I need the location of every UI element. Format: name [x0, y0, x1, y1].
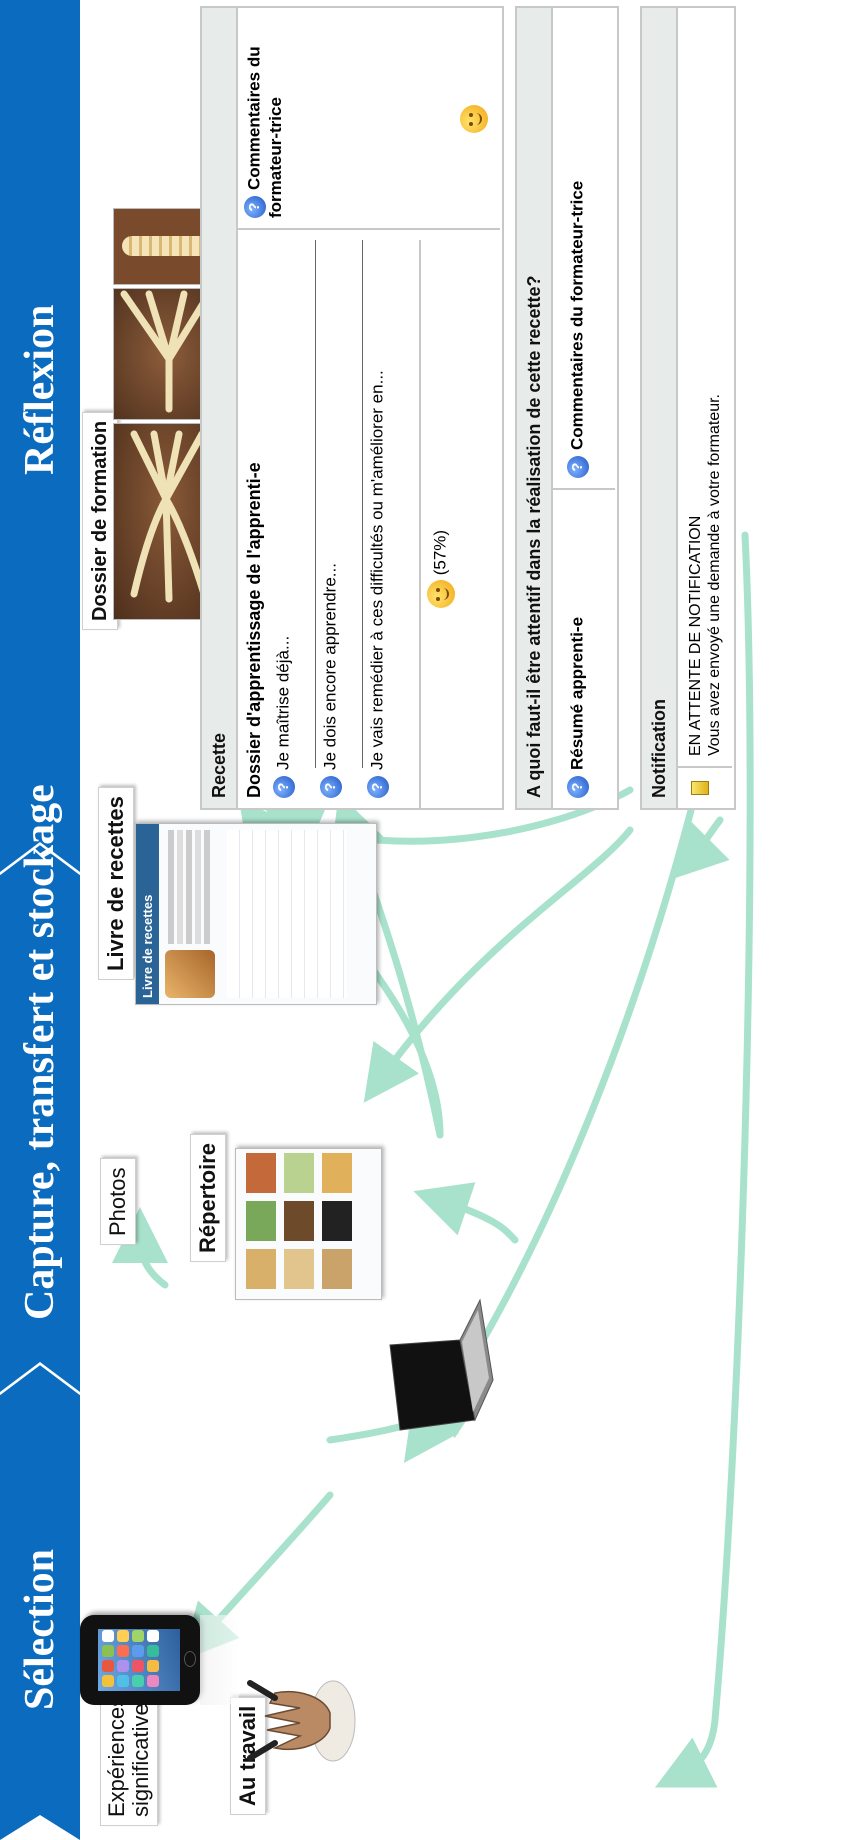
trainer-comments-column: ?Commentaires du formateur-trice	[238, 8, 500, 228]
arrow-note-to-attention	[670, 816, 730, 880]
hourglass-icon	[691, 781, 709, 795]
smiley-icon	[427, 580, 455, 608]
cookbook-title: Livre de recettes	[136, 824, 159, 1004]
arrow-phone-to-photos	[112, 1207, 169, 1289]
smartphone-icon	[80, 1615, 200, 1705]
help-icon[interactable]: ?	[320, 776, 342, 798]
attention-panel: A quoi faut-il être attentif dans la réa…	[515, 6, 619, 810]
experiences-label: Expériences significatives	[100, 1692, 158, 1826]
help-icon[interactable]: ?	[273, 776, 295, 798]
score-text: (57%)	[430, 529, 450, 576]
help-icon[interactable]: ?	[567, 776, 589, 798]
repertoire-label: Répertoire	[190, 1133, 226, 1262]
trainer-smiley-icon	[460, 105, 488, 133]
bread-thumbnail	[165, 950, 215, 998]
cookbook-label: Livre de recettes	[98, 787, 134, 980]
trainer-comments-title: Commentaires du formateur-trice	[244, 46, 285, 218]
recipe-panel-header: Recette	[202, 8, 238, 808]
notification-message: Vous avez envoyé une demande à votre for…	[706, 393, 723, 756]
photos-label: Photos	[100, 1158, 136, 1245]
still-learn-text: Je dois encore apprendre...	[320, 563, 340, 770]
attention-trainer-title: Commentaires du formateur-trice	[567, 180, 587, 450]
diagram-canvas: Sélection Capture, transfert et stockage…	[0, 0, 842, 1840]
learner-file-title: Dossier d'apprentissage de l'apprenti-e	[244, 462, 264, 798]
smartphone-reflection	[200, 1615, 240, 1705]
help-icon[interactable]: ?	[367, 776, 389, 798]
attention-panel-header: A quoi faut-il être attentif dans la réa…	[517, 8, 553, 808]
repertoire-screenshot	[235, 1148, 382, 1300]
cookbook-screenshot: Livre de recettes	[135, 823, 377, 1005]
learner-summary-title: Résumé apprenti-e	[567, 616, 587, 770]
improve-text: Je vais remédier à ces difficultés ou m'…	[367, 370, 387, 770]
notification-panel-header: Notification	[642, 8, 678, 808]
already-master-text: Je maîtrise déjà...	[273, 635, 293, 770]
help-icon[interactable]: ?	[244, 196, 266, 218]
notification-status: EN ATTENTE DE NOTIFICATION	[687, 515, 704, 756]
laptop-icon	[389, 1298, 494, 1431]
notification-panel: Notification EN ATTENTE DE NOTIFICATION …	[640, 6, 736, 810]
arrow-laptop-to-repertoire	[413, 1182, 519, 1244]
recipe-panel: Recette Dossier d'apprentissage de l'app…	[200, 6, 504, 810]
help-icon[interactable]: ?	[567, 456, 589, 478]
learner-file-column: Dossier d'apprentissage de l'apprenti-e …	[238, 228, 500, 808]
kneading-hands-icon	[247, 1680, 356, 1762]
